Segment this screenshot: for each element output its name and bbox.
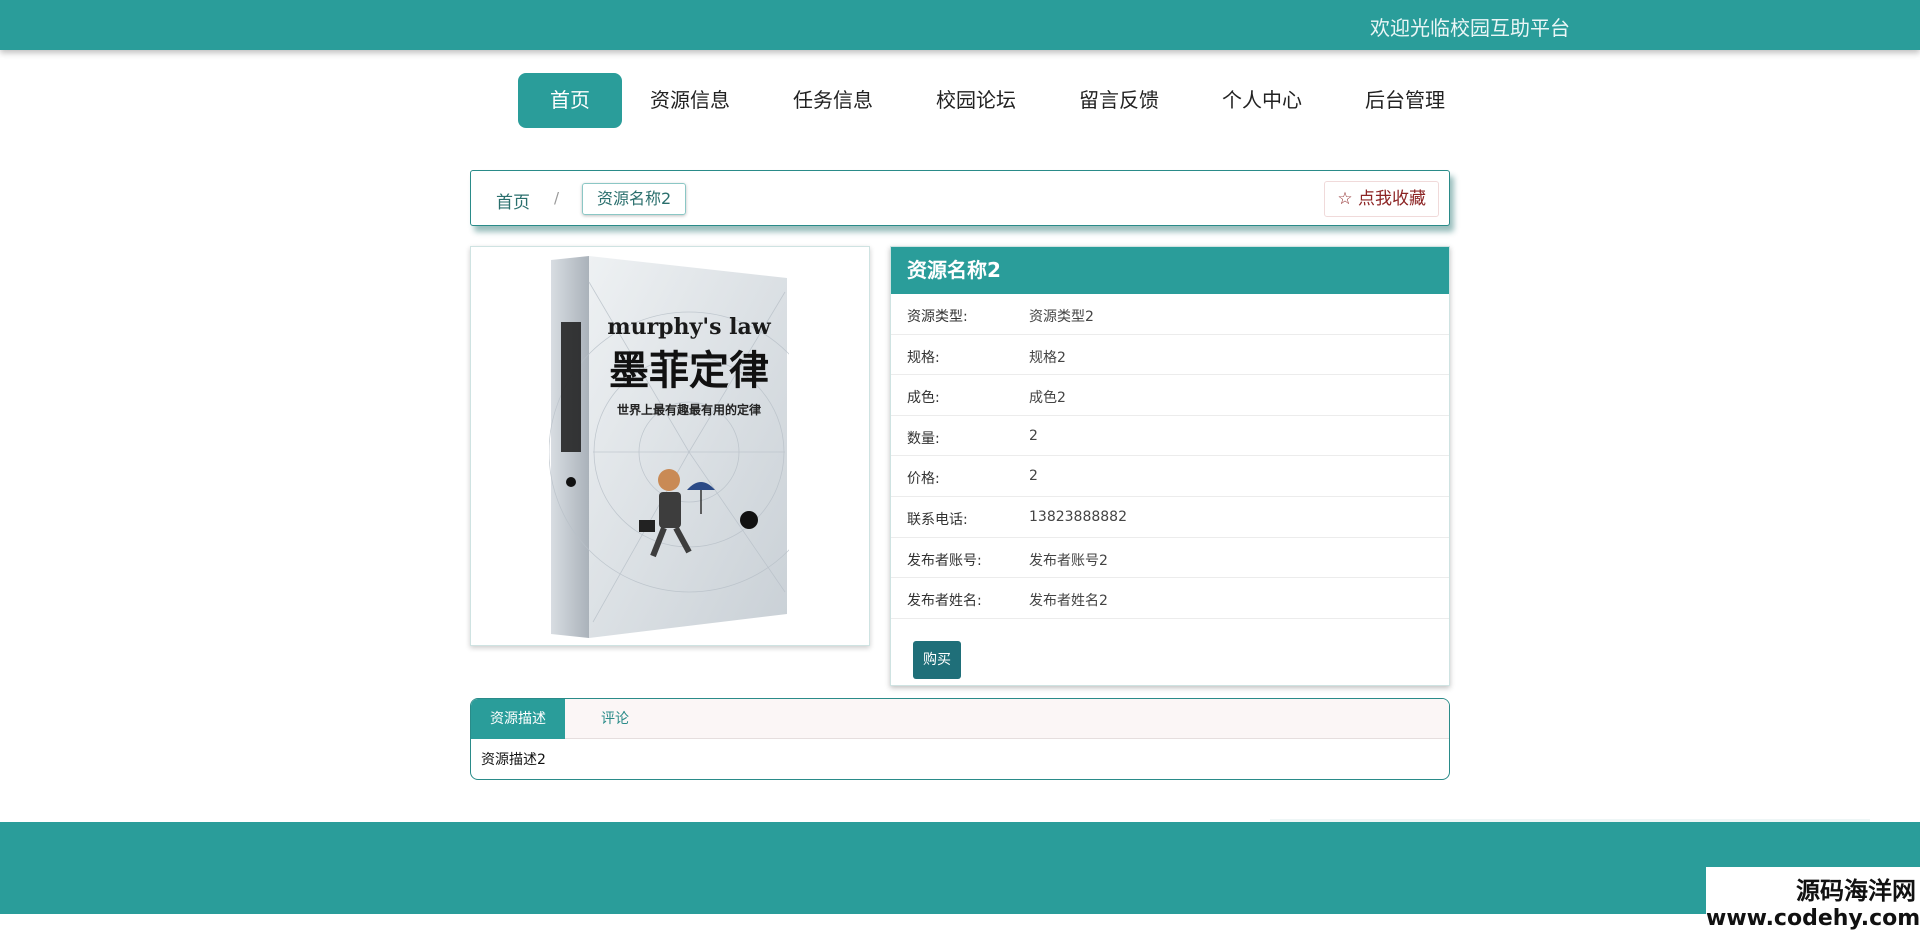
breadcrumb-current: 资源名称2 <box>582 183 687 215</box>
detail-value: 资源类型2 <box>1029 309 1094 325</box>
detail-row: 成色: 成色2 <box>891 375 1449 416</box>
nav-item-admin[interactable]: 后台管理 <box>1337 73 1473 128</box>
detail-value: 2 <box>1029 468 1038 485</box>
nav-item-feedback[interactable]: 留言反馈 <box>1051 73 1187 128</box>
watermark: 源码海洋网 www.codehy.com <box>1706 867 1920 937</box>
resource-image-frame: murphy's law 墨菲定律 世界上最有趣最有用的定律 <box>470 246 870 646</box>
detail-label: 发布者姓名: <box>907 593 982 610</box>
buy-button[interactable]: 购买 <box>913 641 961 679</box>
breadcrumb-separator: / <box>554 189 560 207</box>
footer-divider <box>1270 819 1870 822</box>
nav-item-personal-center[interactable]: 个人中心 <box>1194 73 1330 128</box>
detail-value: 规格2 <box>1029 349 1066 366</box>
detail-row: 发布者姓名: 发布者姓名2 <box>891 578 1449 619</box>
top-header-bar: 欢迎光临校园互助平台 <box>0 0 1920 50</box>
tab-bar: 资源描述 评论 <box>471 699 1449 739</box>
detail-label: 成色: <box>907 390 940 407</box>
detail-row: 数量: 2 <box>891 416 1449 457</box>
detail-value: 13823888882 <box>1029 508 1127 525</box>
nav-item-home[interactable]: 首页 <box>518 73 622 128</box>
nav-item-resources[interactable]: 资源信息 <box>622 73 758 128</box>
book-cn-title: 墨菲定律 <box>609 348 769 394</box>
detail-value: 发布者账号2 <box>1029 552 1108 569</box>
detail-row: 规格: 规格2 <box>891 335 1449 376</box>
watermark-line1: 源码海洋网 <box>1796 877 1916 905</box>
resource-detail-panel: 资源名称2 资源类型: 资源类型2 规格: 规格2 成色: 成色2 数量: 2 … <box>890 246 1450 686</box>
main-nav: 首页 资源信息 任务信息 校园论坛 留言反馈 个人中心 后台管理 <box>518 73 1480 128</box>
detail-label: 数量: <box>907 430 940 447</box>
tab-content: 资源描述2 <box>481 752 546 768</box>
resource-tabs: 资源描述 评论 资源描述2 <box>470 698 1450 780</box>
detail-label: 价格: <box>907 471 940 488</box>
detail-value: 成色2 <box>1029 390 1066 407</box>
book-en-title: murphy's law <box>607 314 771 340</box>
detail-value: 2 <box>1029 427 1038 444</box>
watermark-line2: www.codehy.com <box>1706 906 1920 931</box>
detail-value: 发布者姓名2 <box>1029 593 1108 610</box>
footer-bar <box>0 819 1920 914</box>
breadcrumb: 首页 / 资源名称2 ☆ 点我收藏 <box>470 170 1450 226</box>
favorite-button[interactable]: ☆ 点我收藏 <box>1324 181 1439 217</box>
detail-row: 联系电话: 13823888882 <box>891 497 1449 538</box>
detail-label: 资源类型: <box>907 309 968 325</box>
detail-label: 发布者账号: <box>907 552 982 569</box>
detail-row: 发布者账号: 发布者账号2 <box>891 538 1449 579</box>
resource-title: 资源名称2 <box>891 247 1449 294</box>
nav-item-forum[interactable]: 校园论坛 <box>908 73 1044 128</box>
detail-row: 资源类型: 资源类型2 <box>891 294 1449 335</box>
welcome-text: 欢迎光临校园互助平台 <box>1370 16 1570 40</box>
book-subtitle: 世界上最有趣最有用的定律 <box>617 402 761 417</box>
detail-row: 价格: 2 <box>891 456 1449 497</box>
tab-description[interactable]: 资源描述 <box>471 699 565 739</box>
tab-comments[interactable]: 评论 <box>581 699 649 739</box>
detail-label: 联系电话: <box>907 511 968 528</box>
book-cover-image: murphy's law 墨菲定律 世界上最有趣最有用的定律 <box>549 256 789 638</box>
breadcrumb-home-link[interactable]: 首页 <box>496 188 530 213</box>
nav-item-tasks[interactable]: 任务信息 <box>765 73 901 128</box>
detail-label: 规格: <box>907 349 940 366</box>
